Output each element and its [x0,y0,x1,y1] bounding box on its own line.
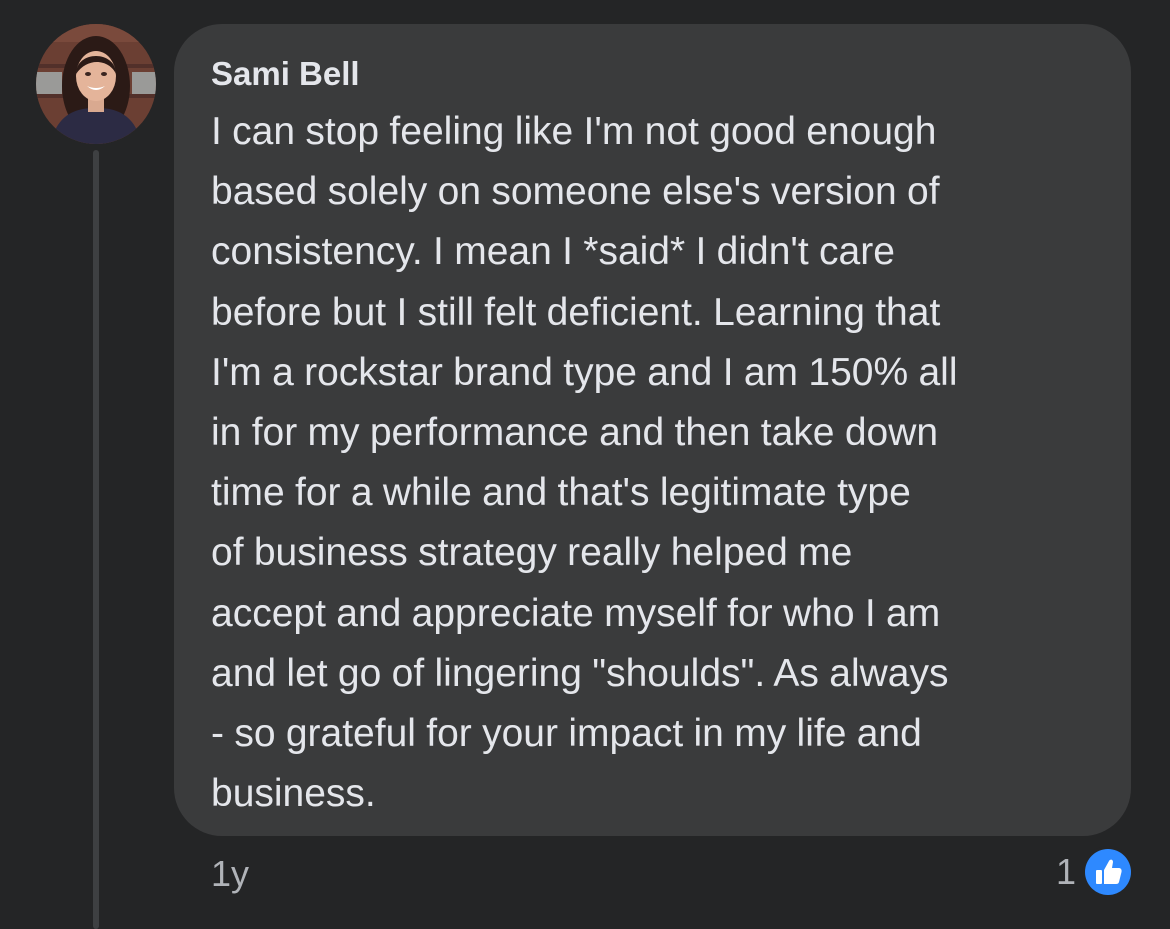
comment-text-line: accept and appreciate myself for who I a… [211,591,941,635]
comment-text-line: I can stop feeling like I'm not good eno… [211,110,937,153]
comment-text-line: consistency. I mean I *said* I didn't ca… [211,230,895,274]
comment-text-line: before but I still felt deficient. Learn… [211,290,941,334]
comment-text-line: I'm a rockstar brand type and I am 150% … [211,350,958,394]
avatar-photo [36,24,156,144]
comment-text-line: of business strategy really helped me [211,531,853,575]
comment-text-line: - so grateful for your impact in my life… [211,712,922,756]
comment-timestamp[interactable]: 1y [211,852,249,896]
comment-bubble: Sami Bell I can stop feeling like I'm no… [174,24,1131,836]
thumbs-up-icon [1082,846,1134,898]
author-avatar[interactable] [36,24,156,144]
comment-text-line: based solely on someone else's version o… [211,170,940,214]
comment-text: I can stop feeling like I'm not good eno… [211,102,1101,824]
comment-text-line: and let go of lingering "shoulds". As al… [211,651,949,695]
author-name[interactable]: Sami Bell [211,54,1101,94]
comment-text-line: business. [211,772,376,816]
comment-text-line: time for a while and that's legitimate t… [211,471,911,515]
thread-line [93,150,99,929]
comment-text-line: in for my performance and then take down [211,411,939,455]
reaction-count: 1 [1055,851,1076,892]
reaction-summary[interactable]: 1 [1056,846,1134,898]
